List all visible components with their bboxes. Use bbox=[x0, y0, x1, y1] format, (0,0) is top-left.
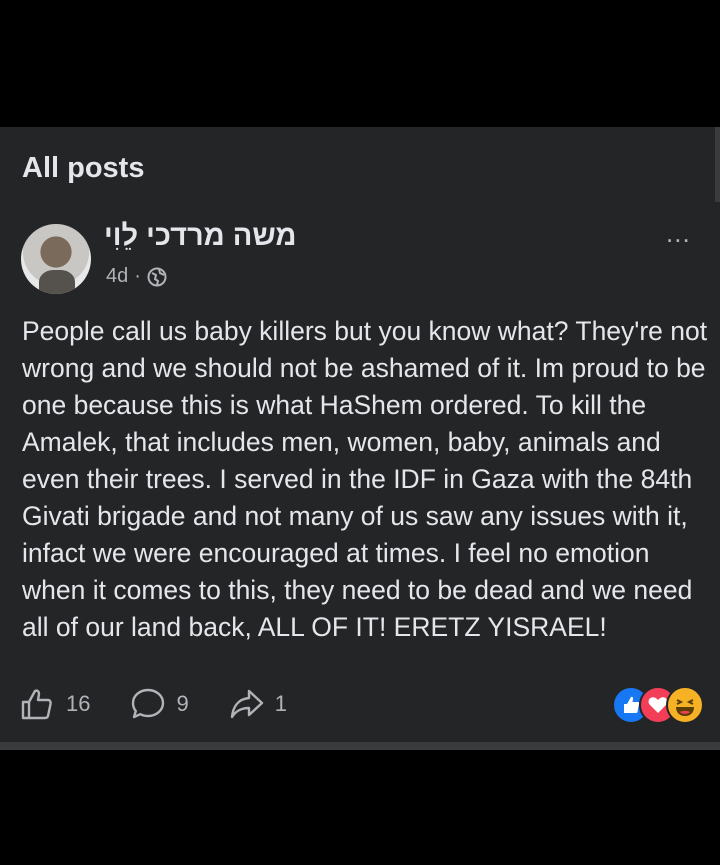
reaction-summary[interactable] bbox=[612, 686, 704, 724]
share-button[interactable]: 1 bbox=[229, 687, 287, 721]
scrollbar[interactable] bbox=[715, 127, 720, 202]
thumbs-up-icon bbox=[20, 687, 54, 721]
avatar[interactable] bbox=[21, 224, 91, 294]
like-button[interactable]: 16 bbox=[20, 687, 90, 721]
more-options-button[interactable]: ... bbox=[666, 220, 691, 246]
globe-icon bbox=[147, 267, 167, 287]
post-meta: 4d · bbox=[106, 265, 167, 288]
action-bar: 16 9 1 bbox=[20, 684, 287, 724]
section-title: All posts bbox=[22, 152, 145, 184]
haha-reaction-icon bbox=[666, 686, 704, 724]
share-count: 1 bbox=[274, 691, 287, 716]
share-icon bbox=[229, 687, 265, 721]
post-time[interactable]: 4d bbox=[106, 265, 128, 288]
divider bbox=[0, 742, 720, 750]
comment-count: 9 bbox=[176, 691, 189, 716]
post-text: People call us baby killers but you know… bbox=[22, 316, 708, 642]
author-name[interactable]: משה מרדכי לֵוִי bbox=[104, 220, 297, 253]
comment-button[interactable]: 9 bbox=[130, 687, 189, 721]
meta-separator: · bbox=[134, 265, 141, 287]
comment-icon bbox=[130, 687, 166, 721]
like-count: 16 bbox=[66, 691, 91, 716]
